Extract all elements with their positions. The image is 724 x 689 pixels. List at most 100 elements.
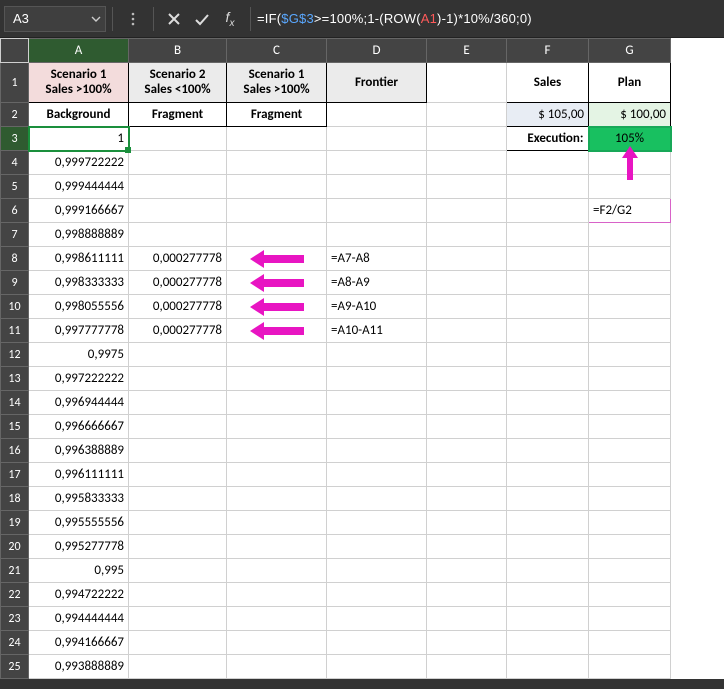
cell-B3[interactable]: [129, 127, 227, 151]
row-header[interactable]: 24: [1, 631, 29, 655]
cell-C11[interactable]: [227, 319, 327, 343]
cell-A8[interactable]: 0,998611111: [29, 247, 129, 271]
cell-A9[interactable]: 0,998333333: [29, 271, 129, 295]
cell-E4[interactable]: [427, 151, 507, 175]
select-all-corner[interactable]: [1, 39, 29, 63]
enter-icon[interactable]: [188, 6, 216, 32]
row-header[interactable]: 2: [1, 103, 29, 127]
row-header[interactable]: 16: [1, 439, 29, 463]
row-header[interactable]: 20: [1, 535, 29, 559]
row-header[interactable]: 7: [1, 223, 29, 247]
cell-F2[interactable]: $ 105,00: [507, 103, 589, 127]
grid-table[interactable]: A B C D E F G 1 Scenario 1Sales >100% Sc…: [0, 38, 672, 679]
row-header[interactable]: 17: [1, 463, 29, 487]
cell-D4[interactable]: [327, 151, 427, 175]
cancel-icon[interactable]: [160, 6, 188, 32]
cell-A14[interactable]: 0,996944444: [29, 391, 129, 415]
spreadsheet-grid[interactable]: A B C D E F G 1 Scenario 1Sales >100% Sc…: [0, 38, 724, 679]
row-header[interactable]: 13: [1, 367, 29, 391]
cell-E2[interactable]: [427, 103, 507, 127]
row-header[interactable]: 5: [1, 175, 29, 199]
cell-B9[interactable]: 0,000277778: [129, 271, 227, 295]
cell-A11[interactable]: 0,997777778: [29, 319, 129, 343]
dots-icon[interactable]: [119, 6, 147, 32]
formula-bar[interactable]: =IF($G$3>=100%;1-(ROW(A1)-1)*10%/360;0): [257, 11, 532, 26]
cell-D1[interactable]: Frontier: [327, 63, 427, 103]
cell-G2[interactable]: $ 100,00: [589, 103, 671, 127]
row-header[interactable]: 25: [1, 655, 29, 679]
cell-A25[interactable]: 0,993888889: [29, 655, 129, 679]
row-header[interactable]: 10: [1, 295, 29, 319]
cell-B4[interactable]: [129, 151, 227, 175]
cell-A24[interactable]: 0,994166667: [29, 631, 129, 655]
cell-A23[interactable]: 0,994444444: [29, 607, 129, 631]
cell-D10[interactable]: =A9-A10: [327, 295, 427, 319]
cell-B10[interactable]: 0,000277778: [129, 295, 227, 319]
cell-D11[interactable]: =A10-A11: [327, 319, 427, 343]
cell-A16[interactable]: 0,996388889: [29, 439, 129, 463]
cell-B8[interactable]: 0,000277778: [129, 247, 227, 271]
cell-C4[interactable]: [227, 151, 327, 175]
cell-C2[interactable]: Fragment: [227, 103, 327, 127]
row-header[interactable]: 8: [1, 247, 29, 271]
cell-B1[interactable]: Scenario 2Sales <100%: [129, 63, 227, 103]
name-box[interactable]: A3: [4, 6, 106, 32]
fx-icon[interactable]: fx: [216, 6, 244, 32]
cell-A2[interactable]: Background: [29, 103, 129, 127]
row-header[interactable]: 12: [1, 343, 29, 367]
cell-A12[interactable]: 0,9975: [29, 343, 129, 367]
cell-A22[interactable]: 0,994722222: [29, 583, 129, 607]
row-header[interactable]: 18: [1, 487, 29, 511]
row-header[interactable]: 22: [1, 583, 29, 607]
cell-A3[interactable]: 1: [29, 127, 129, 151]
col-header-B[interactable]: B: [129, 39, 227, 63]
col-header-G[interactable]: G: [589, 39, 671, 63]
cell-C1[interactable]: Scenario 1Sales >100%: [227, 63, 327, 103]
cell-A17[interactable]: 0,996111111: [29, 463, 129, 487]
row-header[interactable]: 1: [1, 63, 29, 103]
row-header[interactable]: 15: [1, 415, 29, 439]
col-header-C[interactable]: C: [227, 39, 327, 63]
cell-A15[interactable]: 0,996666667: [29, 415, 129, 439]
row-header[interactable]: 6: [1, 199, 29, 223]
cell-C3[interactable]: [227, 127, 327, 151]
row-header[interactable]: 3: [1, 127, 29, 151]
cell-G6[interactable]: =F2/G2: [589, 199, 671, 223]
col-header-F[interactable]: F: [507, 39, 589, 63]
cell-A5[interactable]: 0,999444444: [29, 175, 129, 199]
row-header[interactable]: 11: [1, 319, 29, 343]
cell-D9[interactable]: =A8-A9: [327, 271, 427, 295]
cell-A7[interactable]: 0,998888889: [29, 223, 129, 247]
cell-A19[interactable]: 0,995555556: [29, 511, 129, 535]
cell-D2[interactable]: [327, 103, 427, 127]
col-header-D[interactable]: D: [327, 39, 427, 63]
col-header-A[interactable]: A: [29, 39, 129, 63]
cell-A20[interactable]: 0,995277778: [29, 535, 129, 559]
row-header[interactable]: 14: [1, 391, 29, 415]
cell-A6[interactable]: 0,999166667: [29, 199, 129, 223]
row-header[interactable]: 9: [1, 271, 29, 295]
chevron-down-icon[interactable]: [91, 14, 101, 24]
cell-A4[interactable]: 0,999722222: [29, 151, 129, 175]
cell-A13[interactable]: 0,997222222: [29, 367, 129, 391]
cell-F1[interactable]: Sales: [507, 63, 589, 103]
row-header[interactable]: 21: [1, 559, 29, 583]
cell-G1[interactable]: Plan: [589, 63, 671, 103]
cell-A18[interactable]: 0,995833333: [29, 487, 129, 511]
cell-F3[interactable]: Execution:: [507, 127, 589, 151]
cell-F4[interactable]: [507, 151, 589, 175]
cell-E1[interactable]: [427, 63, 507, 103]
row-header[interactable]: 23: [1, 607, 29, 631]
row-header[interactable]: 4: [1, 151, 29, 175]
row-header[interactable]: 19: [1, 511, 29, 535]
cell-G4[interactable]: [589, 151, 671, 175]
col-header-E[interactable]: E: [427, 39, 507, 63]
cell-B2[interactable]: Fragment: [129, 103, 227, 127]
cell-E3[interactable]: [427, 127, 507, 151]
cell-D8[interactable]: =A7-A8: [327, 247, 427, 271]
cell-D3[interactable]: [327, 127, 427, 151]
cell-A1[interactable]: Scenario 1Sales >100%: [29, 63, 129, 103]
cell-A21[interactable]: 0,995: [29, 559, 129, 583]
cell-C9[interactable]: [227, 271, 327, 295]
cell-A10[interactable]: 0,998055556: [29, 295, 129, 319]
